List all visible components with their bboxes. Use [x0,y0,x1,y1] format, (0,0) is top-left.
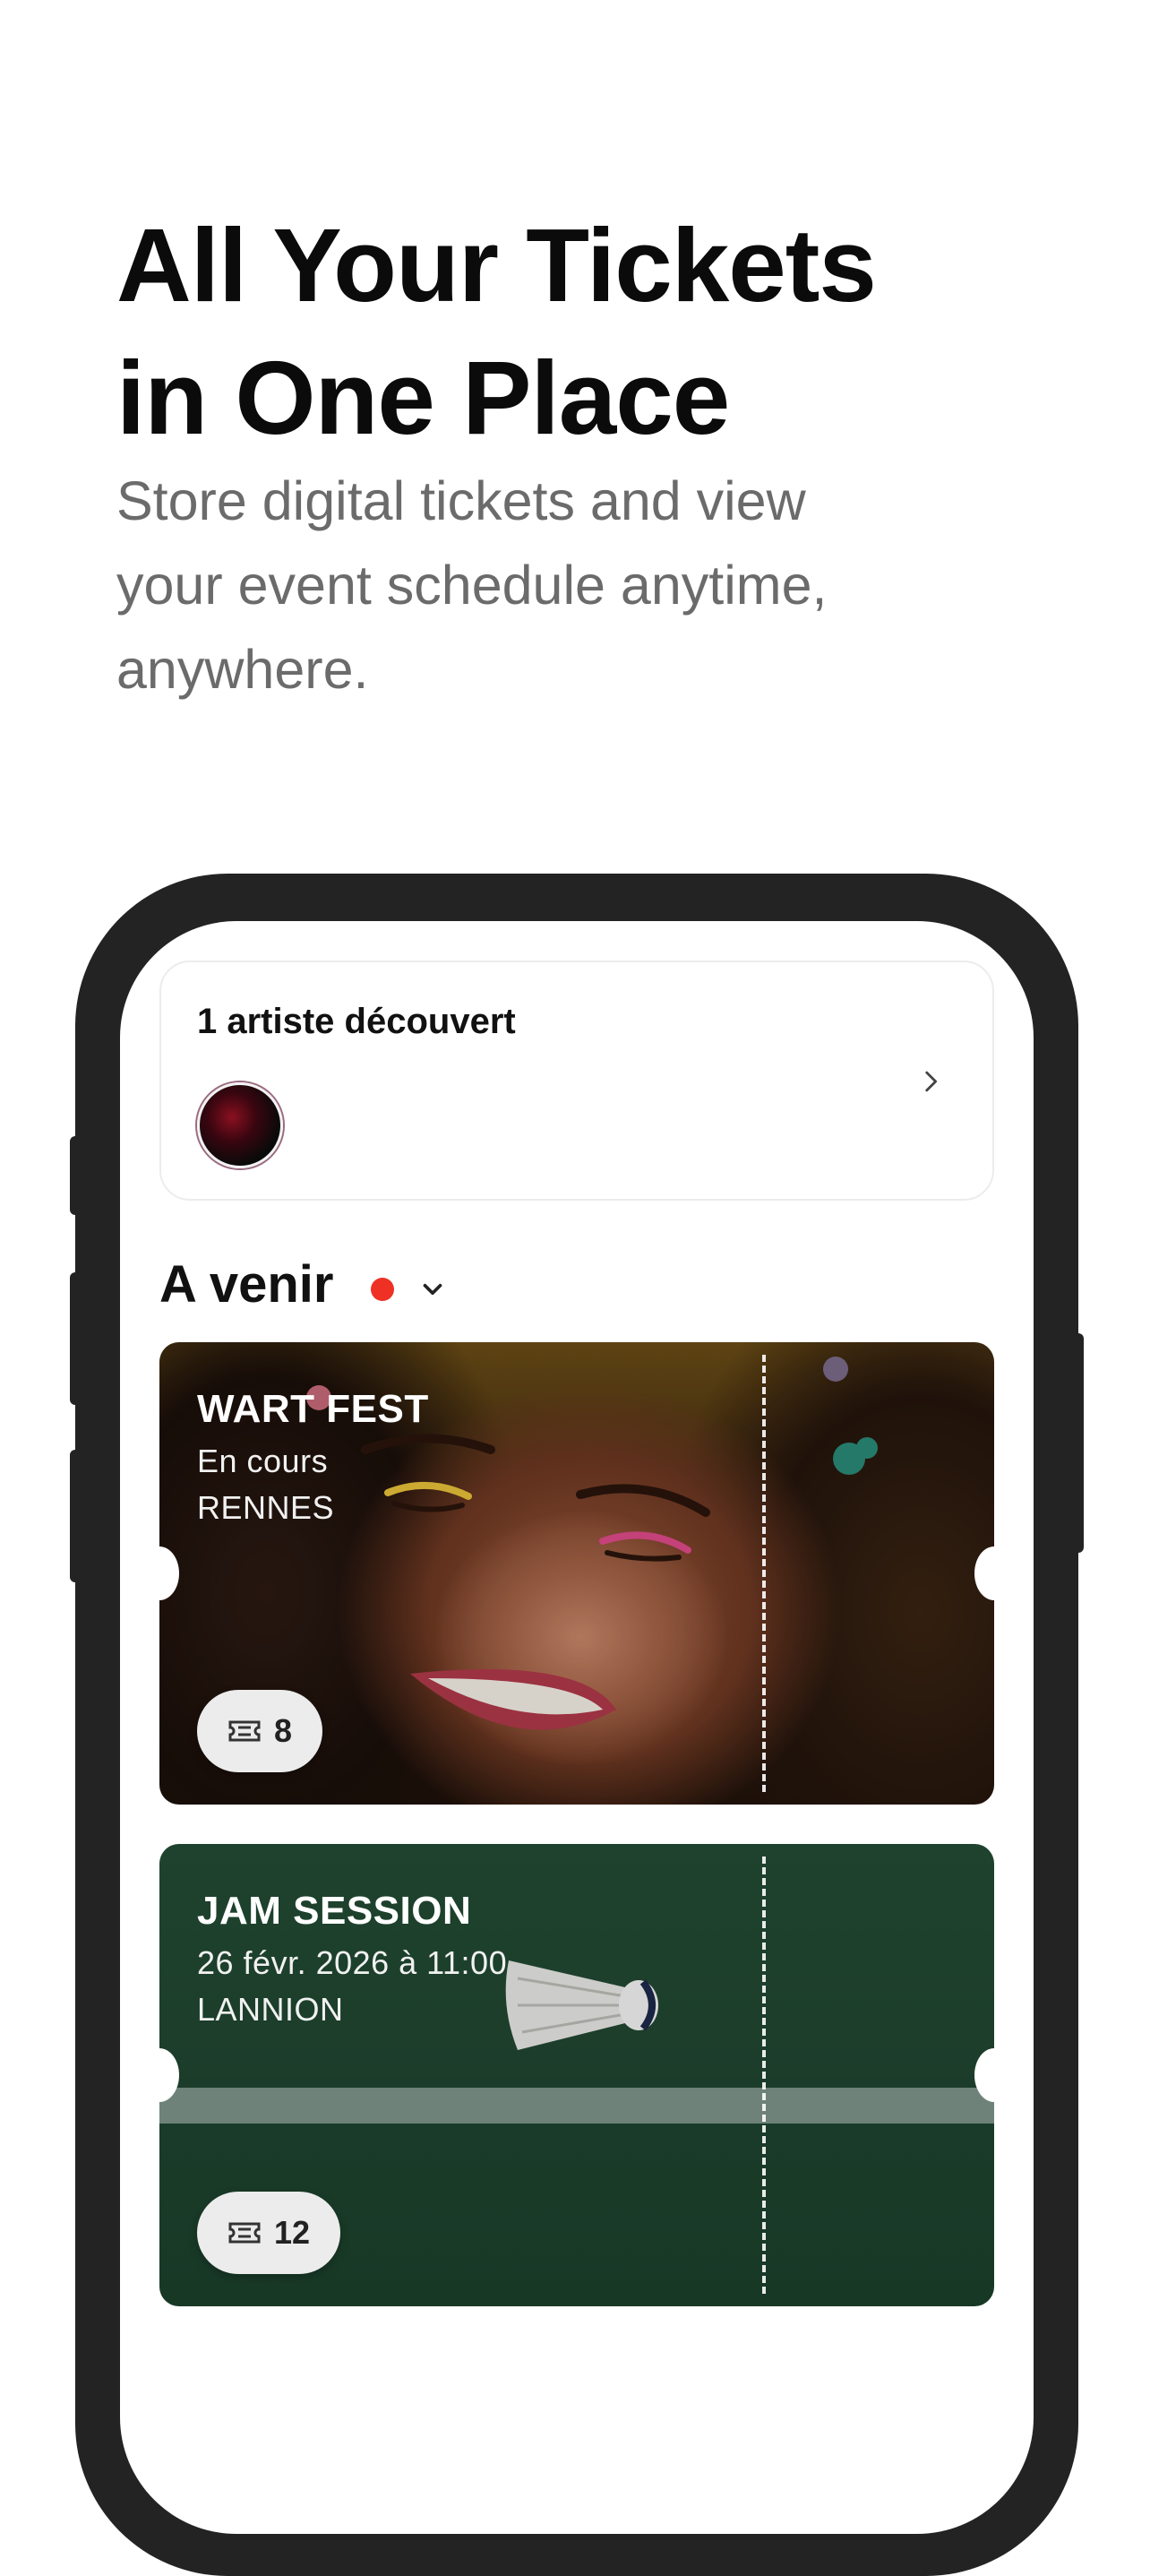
phone-side-button-power [1073,1333,1084,1553]
upcoming-section-title[interactable]: A venir [159,1254,333,1314]
ticket-perforation [762,1857,766,2294]
ticket-card-wart-fest[interactable]: WART FEST En cours RENNES 8 [159,1342,994,1805]
ticket-count-badge[interactable]: 12 [197,2192,341,2274]
ticket-icon [228,1720,261,1742]
ticket-event-name: WART FEST [197,1387,429,1431]
artist-discovery-card[interactable]: 1 artiste découvert [159,961,994,1201]
phone-screen: 1 artiste découvert A venir WART FEST En… [120,921,1034,2534]
ticket-event-city: RENNES [197,1489,335,1526]
phone-side-button-volume-up [70,1272,81,1405]
ticket-card-jam-session[interactable]: JAM SESSION 26 févr. 2026 à 11:00 LANNIO… [159,1844,994,2306]
ticket-event-date: 26 févr. 2026 à 11:00 [197,1944,508,1981]
ticket-event-status: En cours [197,1443,329,1479]
phone-side-button-volume-down [70,1450,81,1582]
artist-discovery-title: 1 artiste découvert [197,1002,516,1041]
page-subtitle: Store digital tickets and view your even… [116,470,828,700]
phone-side-button-silent [70,1136,81,1215]
ticket-event-name: JAM SESSION [197,1889,472,1933]
ticket-count-badge[interactable]: 8 [197,1690,323,1772]
chevron-down-icon[interactable] [417,1274,448,1305]
ticket-event-city: LANNION [197,1991,344,2028]
live-indicator-dot [371,1278,394,1301]
ticket-perforation [762,1355,766,1792]
artist-avatar[interactable] [197,1082,283,1168]
page-headline: All Your Tickets in One Place [116,207,877,456]
ticket-count: 12 [274,2214,311,2251]
chevron-right-icon[interactable] [915,1066,946,1097]
ticket-count: 8 [274,1712,293,1749]
ticket-icon [228,2222,261,2244]
